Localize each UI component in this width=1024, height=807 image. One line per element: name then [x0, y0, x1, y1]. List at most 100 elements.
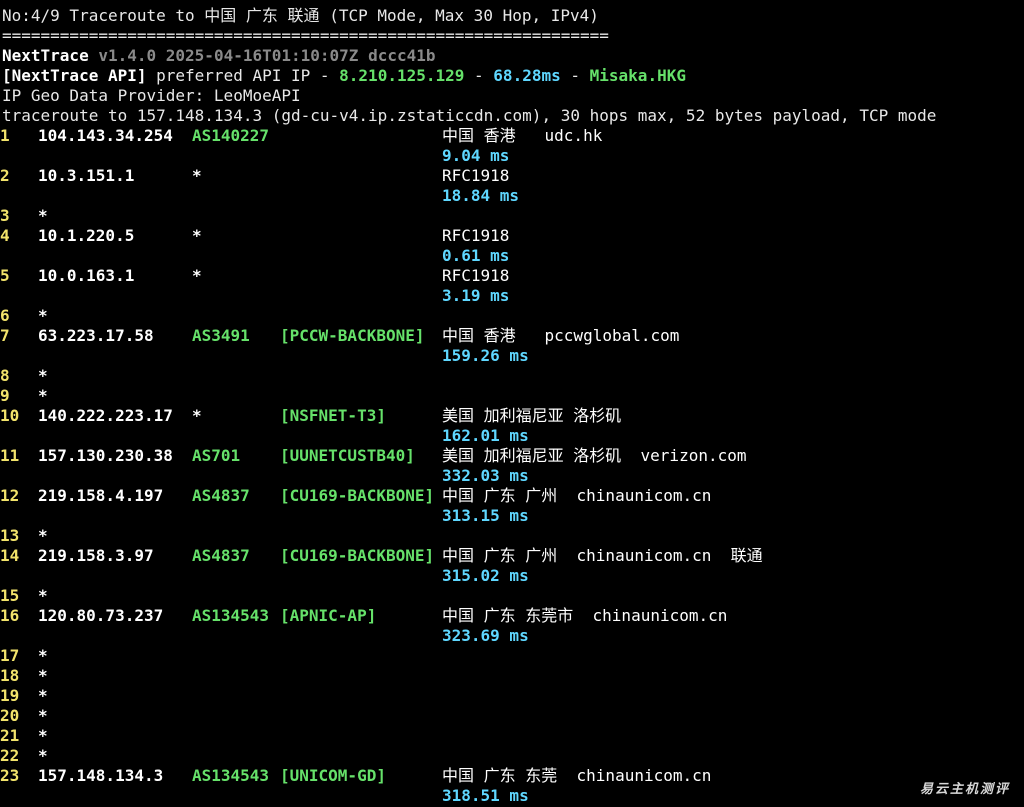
hop-timeout: * — [38, 366, 48, 385]
hop-timeout: * — [38, 306, 48, 325]
hop-geo: 中国 广东 东莞市 chinaunicom.cn — [442, 606, 728, 625]
api-dash-2: - — [560, 66, 590, 85]
hop-latency: 159.26 ms — [442, 346, 529, 365]
watermark: 易云主机测评 — [919, 782, 1010, 797]
hop-geo: 中国 香港 pccwglobal.com — [442, 326, 680, 345]
hop-number: 14 — [0, 546, 20, 565]
hop-asn: * — [192, 266, 202, 285]
separator-rule: ========================================… — [2, 26, 609, 45]
hop-network-tag: [CU169-BACKBONE] — [280, 486, 435, 505]
hop-number: 15 — [0, 586, 20, 605]
hop-timeout: * — [38, 206, 48, 225]
geo-provider: IP Geo Data Provider: LeoMoeAPI — [2, 86, 301, 105]
hop-geo: 中国 广东 广州 chinaunicom.cn — [442, 486, 712, 505]
hop-number: 1 — [0, 126, 10, 145]
hop-number: 19 — [0, 686, 20, 705]
hop-latency: 18.84 ms — [442, 186, 520, 205]
hop-latency: 323.69 ms — [442, 626, 529, 645]
hop-number: 18 — [0, 666, 20, 685]
hop-ip: 157.148.134.3 — [38, 766, 164, 785]
hop-number: 12 — [0, 486, 20, 505]
terminal-window[interactable]: No:4/9 Traceroute to 中国 广东 联通 (TCP Mode,… — [0, 0, 1024, 807]
hop-number: 13 — [0, 526, 20, 545]
hop-ip: 63.223.17.58 — [38, 326, 154, 345]
hop-number: 2 — [0, 166, 10, 185]
hop-ip: 140.222.223.17 — [38, 406, 173, 425]
hop-number: 8 — [0, 366, 10, 385]
hop-number: 3 — [0, 206, 10, 225]
hop-timeout: * — [38, 666, 48, 685]
hop-geo: 美国 加利福尼亚 洛杉矶 — [442, 406, 622, 425]
hop-latency: 162.01 ms — [442, 426, 529, 445]
hop-geo: RFC1918 — [442, 266, 510, 285]
hop-number: 11 — [0, 446, 20, 465]
hop-ip: 219.158.4.197 — [38, 486, 164, 505]
hop-timeout: * — [38, 646, 48, 665]
hop-number: 17 — [0, 646, 20, 665]
hop-ip: 104.143.34.254 — [38, 126, 173, 145]
hop-ip: 120.80.73.237 — [38, 606, 164, 625]
hop-latency: 9.04 ms — [442, 146, 510, 165]
hop-asn: * — [192, 166, 202, 185]
hop-latency: 318.51 ms — [442, 786, 529, 805]
tool-banner: NextTrace v1.4.0 2025-04-16T01:10:07Z dc… — [2, 46, 436, 66]
hop-number: 21 — [0, 726, 20, 745]
hop-number: 9 — [0, 386, 10, 405]
hop-network-tag: [APNIC-AP] — [280, 606, 377, 625]
hop-latency: 313.15 ms — [442, 506, 529, 525]
api-node: Misaka.HKG — [589, 66, 686, 85]
hop-timeout: * — [38, 386, 48, 405]
api-dash-1: - — [464, 66, 494, 85]
hop-number: 6 — [0, 306, 10, 325]
hop-ip: 10.3.151.1 — [38, 166, 135, 185]
hop-asn: * — [192, 406, 202, 425]
hop-network-tag: [CU169-BACKBONE] — [280, 546, 435, 565]
hop-network-tag: [UUNETCUSTB40] — [280, 446, 415, 465]
hop-geo: 美国 加利福尼亚 洛杉矶 verizon.com — [442, 446, 747, 465]
hop-latency: 3.19 ms — [442, 286, 510, 305]
hop-number: 10 — [0, 406, 20, 425]
hop-asn: * — [192, 226, 202, 245]
hop-network-tag: [UNICOM-GD] — [280, 766, 386, 785]
hop-number: 4 — [0, 226, 10, 245]
api-line: [NextTrace API] preferred API IP - 8.210… — [2, 66, 686, 86]
hop-timeout: * — [38, 526, 48, 545]
hop-asn: AS4837 — [192, 486, 250, 505]
hop-timeout: * — [38, 746, 48, 765]
tool-version: v1.4.0 2025-04-16T01:10:07Z dccc41b — [98, 46, 436, 65]
hop-number: 20 — [0, 706, 20, 725]
hop-ip: 157.130.230.38 — [38, 446, 173, 465]
api-ip: 8.210.125.129 — [339, 66, 465, 85]
traceroute-summary: traceroute to 157.148.134.3 (gd-cu-v4.ip… — [2, 106, 937, 125]
hop-geo: 中国 广东 东莞 chinaunicom.cn — [442, 766, 712, 785]
hop-timeout: * — [38, 726, 48, 745]
api-latency: 68.28ms — [493, 66, 561, 85]
hop-geo: RFC1918 — [442, 166, 510, 185]
page-title: No:4/9 Traceroute to 中国 广东 联通 (TCP Mode,… — [2, 6, 599, 25]
hop-asn: AS4837 — [192, 546, 250, 565]
hop-asn: AS134543 — [192, 606, 270, 625]
hop-geo: RFC1918 — [442, 226, 510, 245]
hop-number: 23 — [0, 766, 20, 785]
hop-network-tag: [NSFNET-T3] — [280, 406, 386, 425]
hop-network-tag: [PCCW-BACKBONE] — [280, 326, 425, 345]
hop-ip: 10.0.163.1 — [38, 266, 135, 285]
hop-number: 16 — [0, 606, 20, 625]
hop-geo: 中国 广东 广州 chinaunicom.cn 联通 — [442, 546, 763, 565]
hop-asn: AS701 — [192, 446, 241, 465]
api-label: [NextTrace API] — [2, 66, 147, 85]
hop-latency: 0.61 ms — [442, 246, 510, 265]
api-text: preferred API IP - — [146, 66, 340, 85]
tool-name: NextTrace — [2, 46, 89, 65]
hop-asn: AS3491 — [192, 326, 250, 345]
hop-latency: 332.03 ms — [442, 466, 529, 485]
hop-ip: 219.158.3.97 — [38, 546, 154, 565]
hop-number: 22 — [0, 746, 20, 765]
hop-number: 5 — [0, 266, 10, 285]
hop-timeout: * — [38, 706, 48, 725]
hop-geo: 中国 香港 udc.hk — [442, 126, 603, 145]
hop-asn: AS134543 — [192, 766, 270, 785]
hop-timeout: * — [38, 686, 48, 705]
hop-ip: 10.1.220.5 — [38, 226, 135, 245]
hop-timeout: * — [38, 586, 48, 605]
